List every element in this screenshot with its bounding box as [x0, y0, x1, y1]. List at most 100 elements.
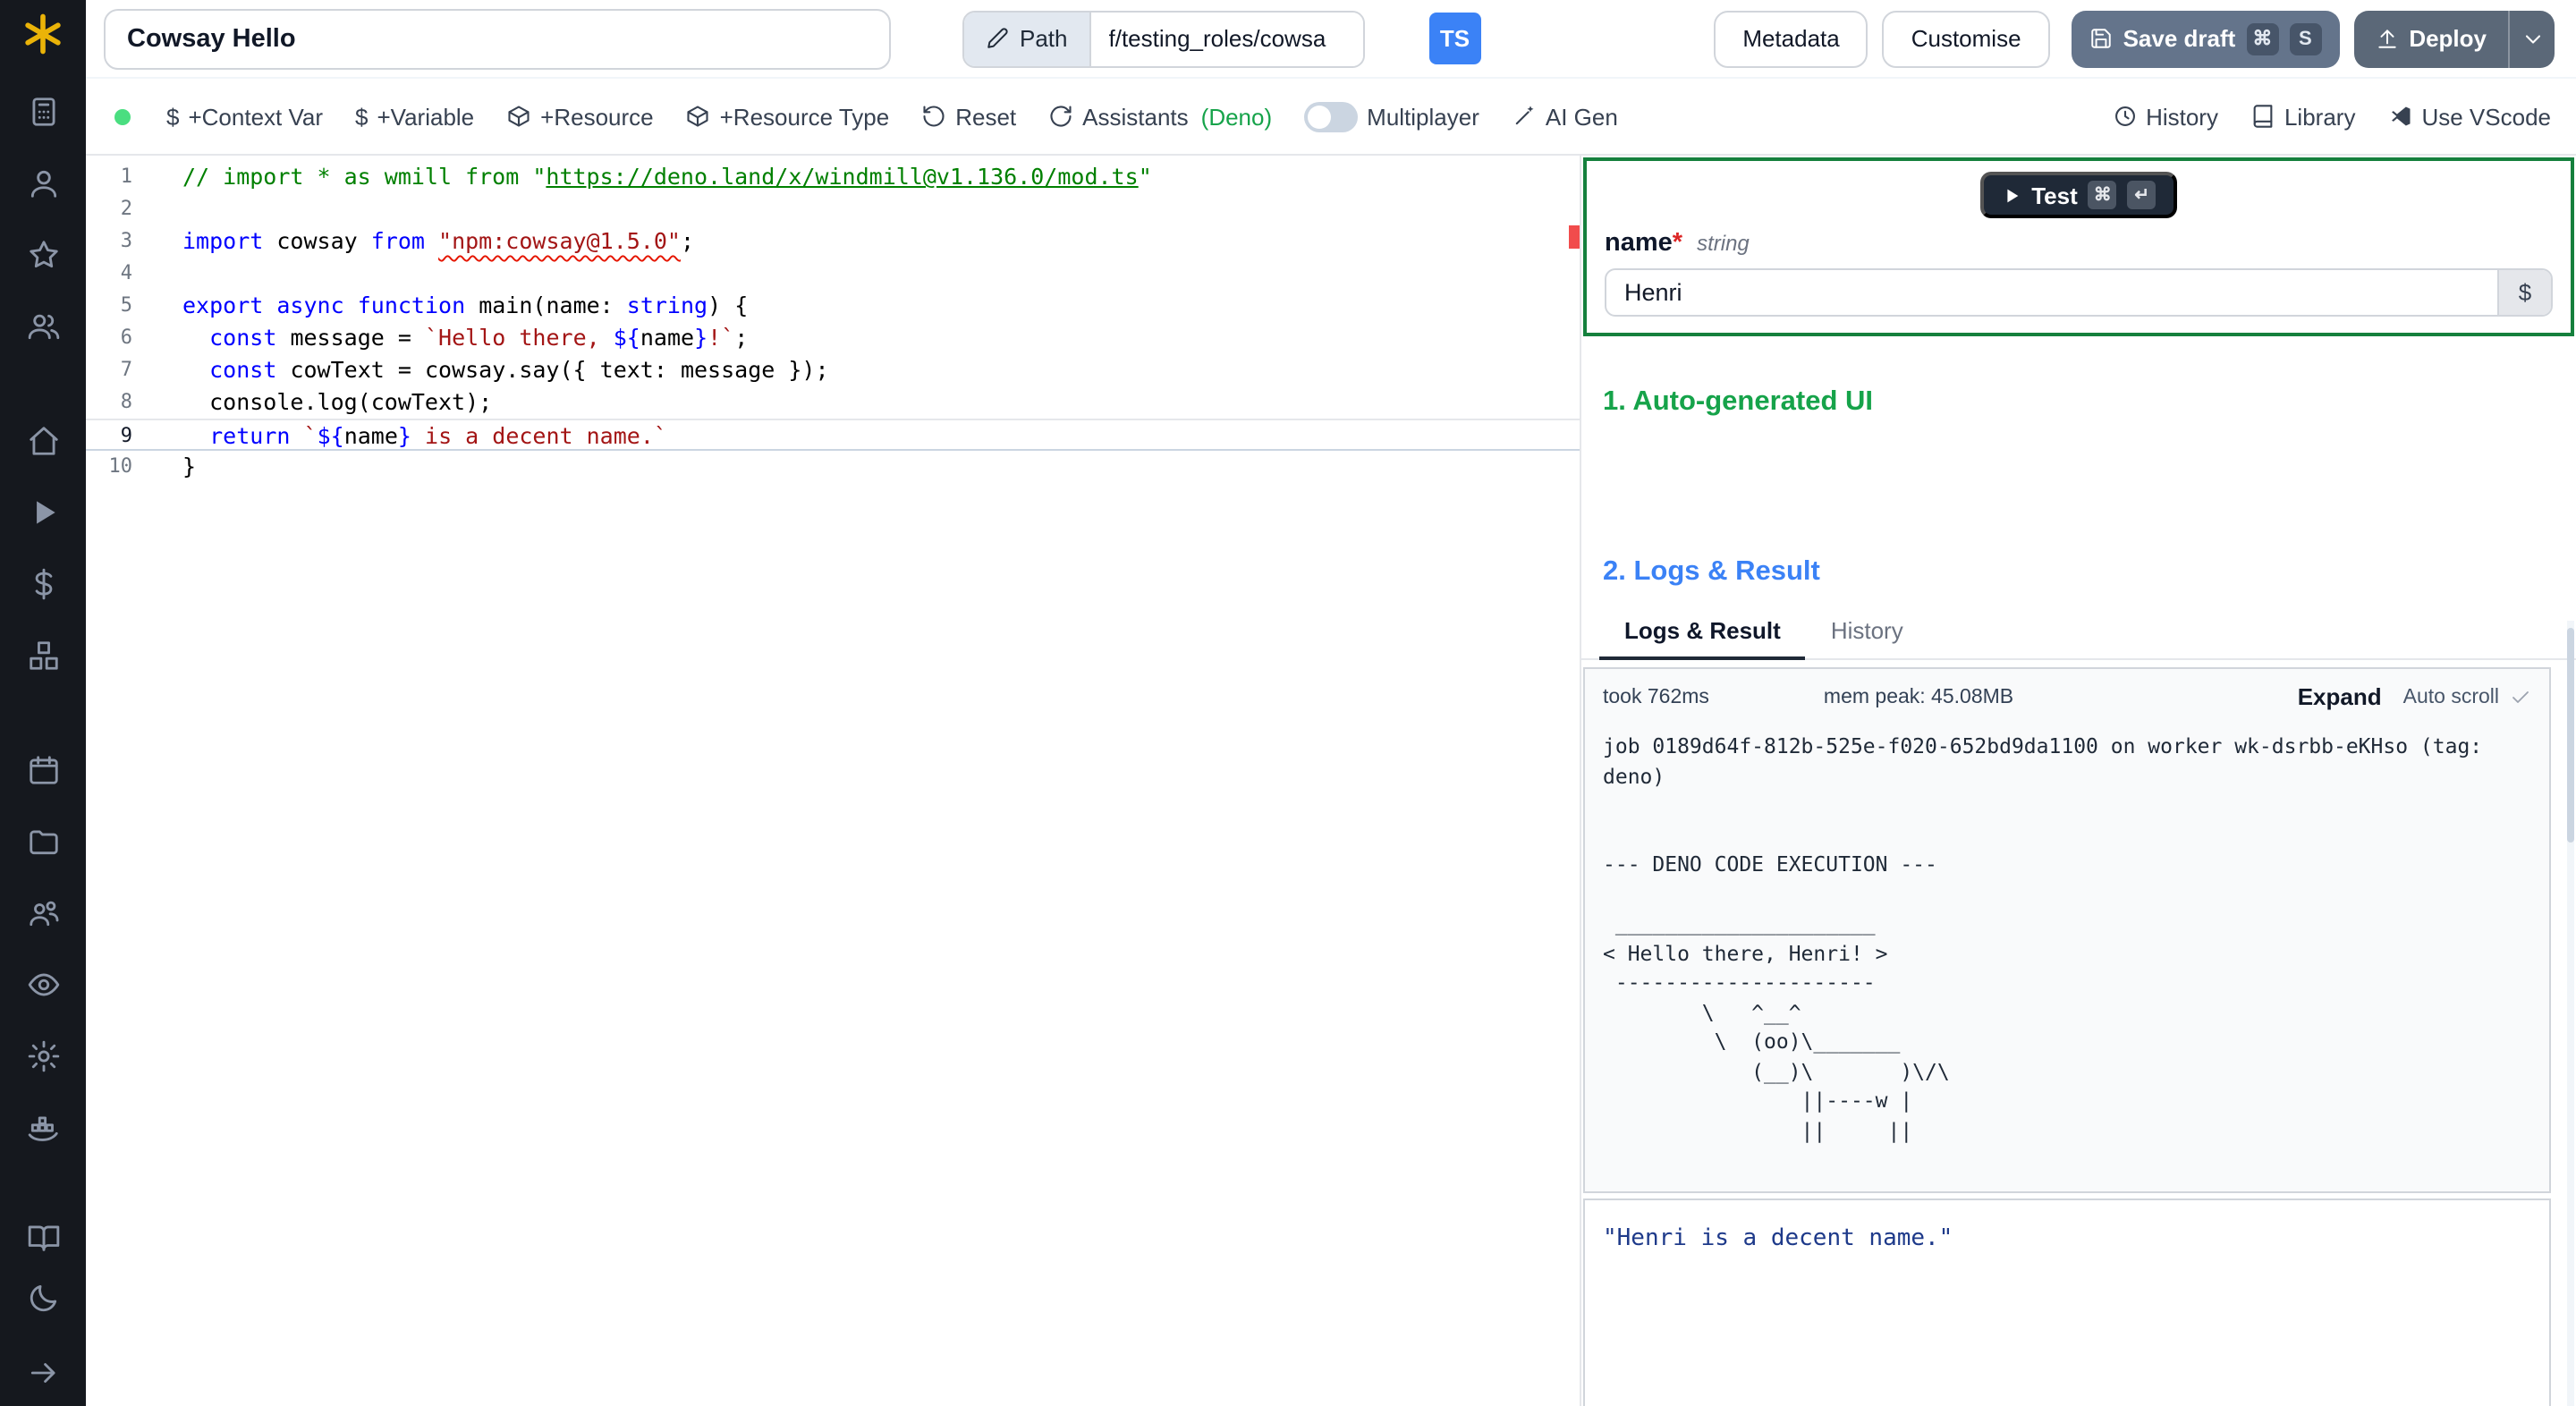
code-line[interactable]: 7 const cowText = cowsay.say({ text: mes… — [86, 354, 1580, 386]
dollar-icon: $ — [166, 103, 179, 130]
ai-gen-label: AI Gen — [1546, 103, 1618, 130]
code-line[interactable]: 4 — [86, 258, 1580, 290]
add-resource-button[interactable]: +Resource — [506, 103, 653, 130]
test-button[interactable]: Test ⌘ ↵ — [1979, 172, 2178, 218]
cmd-kbd: ⌘ — [2246, 22, 2278, 55]
expand-button[interactable]: Expand — [2298, 683, 2382, 710]
add-context-var-label: +Context Var — [188, 103, 323, 130]
tab-logs-result[interactable]: Logs & Result — [1599, 610, 1806, 660]
deploy-group: Deploy — [2353, 10, 2555, 67]
editor-lines: 1// import * as wmill from "https://deno… — [86, 161, 1580, 483]
code-editor[interactable]: 1// import * as wmill from "https://deno… — [86, 156, 1580, 1406]
test-args-form: Test ⌘ ↵ name * string $ — [1583, 157, 2574, 336]
line-number: 7 — [86, 354, 157, 386]
dollar-icon: $ — [355, 103, 368, 130]
result-panel: "Henri is a decent name." — [1583, 1198, 2551, 1406]
log-panel: took 762ms mem peak: 45.08MB Expand Auto… — [1583, 667, 2551, 1193]
add-resource-type-button[interactable]: +Resource Type — [686, 103, 890, 130]
enter-kbd: ↵ — [2128, 181, 2157, 209]
code-line[interactable]: 10} — [86, 451, 1580, 483]
multiplayer-toggle[interactable] — [1304, 101, 1358, 131]
users-icon[interactable] — [0, 290, 86, 361]
book-open-icon[interactable] — [0, 1206, 86, 1266]
path-input[interactable] — [1091, 12, 1363, 65]
reset-button[interactable]: Reset — [921, 103, 1016, 130]
customise-button[interactable]: Customise — [1883, 10, 2050, 67]
add-variable-button[interactable]: $ +Variable — [355, 103, 474, 130]
star-icon[interactable] — [0, 218, 86, 290]
user-icon[interactable] — [0, 147, 86, 218]
boxes-icon[interactable] — [0, 619, 86, 690]
tab-history[interactable]: History — [1806, 610, 1928, 658]
dollar-icon[interactable] — [0, 547, 86, 619]
edit-path-button[interactable]: Path — [964, 12, 1091, 65]
sidebar-nav-groups — [0, 75, 86, 1206]
multiplayer-toggle-group: Multiplayer — [1304, 101, 1479, 131]
windmill-logo-icon[interactable] — [20, 11, 66, 57]
arrow-right-icon[interactable] — [0, 1342, 86, 1402]
code-line[interactable]: 9 return `${name} is a decent name.` — [86, 419, 1580, 451]
line-number: 10 — [86, 451, 157, 483]
code-line[interactable]: 2 — [86, 193, 1580, 225]
code-line[interactable]: 6 const message = `Hello there, ${name}!… — [86, 322, 1580, 354]
main-column: Path TS Metadata Customise Save draft ⌘ … — [86, 0, 2576, 1406]
topbar: Path TS Metadata Customise Save draft ⌘ … — [86, 0, 2576, 79]
use-vscode-label: Use VScode — [2421, 103, 2551, 130]
line-number: 4 — [86, 258, 157, 290]
refresh-cw-icon — [1048, 104, 1073, 129]
book-icon — [2250, 104, 2275, 129]
code-line[interactable]: 3import cowsay from "npm:cowsay@1.5.0"; — [86, 225, 1580, 258]
status-dot — [114, 108, 131, 124]
history-button[interactable]: History — [2112, 103, 2218, 130]
auto-generated-ui-heading: 1. Auto-generated UI — [1603, 386, 2555, 419]
panel-scrollbar[interactable] — [2567, 621, 2574, 1406]
auto-scroll-toggle[interactable]: Auto scroll — [2403, 686, 2499, 707]
use-vscode-button[interactable]: Use VScode — [2387, 103, 2551, 130]
deploy-button[interactable]: Deploy — [2353, 10, 2508, 67]
log-header: took 762ms mem peak: 45.08MB Expand Auto… — [1603, 683, 2531, 710]
script-name-input[interactable] — [104, 8, 891, 69]
deploy-label: Deploy — [2409, 25, 2487, 52]
eye-icon[interactable] — [0, 948, 86, 1020]
settings-icon[interactable] — [0, 1020, 86, 1091]
scrollbar-thumb[interactable] — [2567, 628, 2574, 843]
line-number: 9 — [86, 420, 157, 449]
calculator-icon[interactable] — [0, 75, 86, 147]
moon-icon[interactable] — [0, 1266, 86, 1327]
vscode-icon — [2387, 104, 2412, 129]
line-number: 3 — [86, 225, 157, 258]
insert-variable-button[interactable]: $ — [2497, 270, 2551, 315]
error-ruler-mark — [1569, 225, 1580, 249]
line-number: 5 — [86, 290, 157, 322]
calendar-icon[interactable] — [0, 733, 86, 805]
save-draft-button[interactable]: Save draft ⌘ S — [2072, 10, 2340, 67]
s-kbd: S — [2289, 22, 2321, 55]
worker-icon[interactable] — [0, 1091, 86, 1163]
mem-peak-label: mem peak: 45.08MB — [1824, 686, 2013, 707]
name-arg-input[interactable] — [1605, 268, 2553, 317]
path-label: Path — [1020, 25, 1068, 52]
line-number: 8 — [86, 386, 157, 419]
test-label: Test — [2031, 182, 2078, 208]
assistants-button[interactable]: Assistants (Deno) — [1048, 103, 1272, 130]
code-line[interactable]: 1// import * as wmill from "https://deno… — [86, 161, 1580, 193]
rotate-ccw-icon — [921, 104, 946, 129]
library-button[interactable]: Library — [2250, 103, 2356, 130]
history-label: History — [2146, 103, 2218, 130]
deploy-dropdown-button[interactable] — [2508, 10, 2555, 67]
required-asterisk: * — [1673, 229, 1682, 258]
code-line[interactable]: 8 console.log(cowText); — [86, 386, 1580, 419]
toolbar-right-group: History Library Use VScode — [2112, 103, 2551, 130]
play-icon[interactable] — [0, 476, 86, 547]
check-icon — [2510, 686, 2531, 707]
ai-gen-button[interactable]: AI Gen — [1512, 103, 1618, 130]
user-group-icon[interactable] — [0, 877, 86, 948]
metadata-button[interactable]: Metadata — [1714, 10, 1868, 67]
add-context-var-button[interactable]: $ +Context Var — [166, 103, 323, 130]
code-line[interactable]: 5export async function main(name: string… — [86, 290, 1580, 322]
folder-icon[interactable] — [0, 805, 86, 877]
home-icon[interactable] — [0, 404, 86, 476]
field-label-row: name * string — [1605, 229, 2553, 258]
field-type-label: string — [1697, 231, 1750, 256]
sidebar-group — [0, 404, 86, 690]
